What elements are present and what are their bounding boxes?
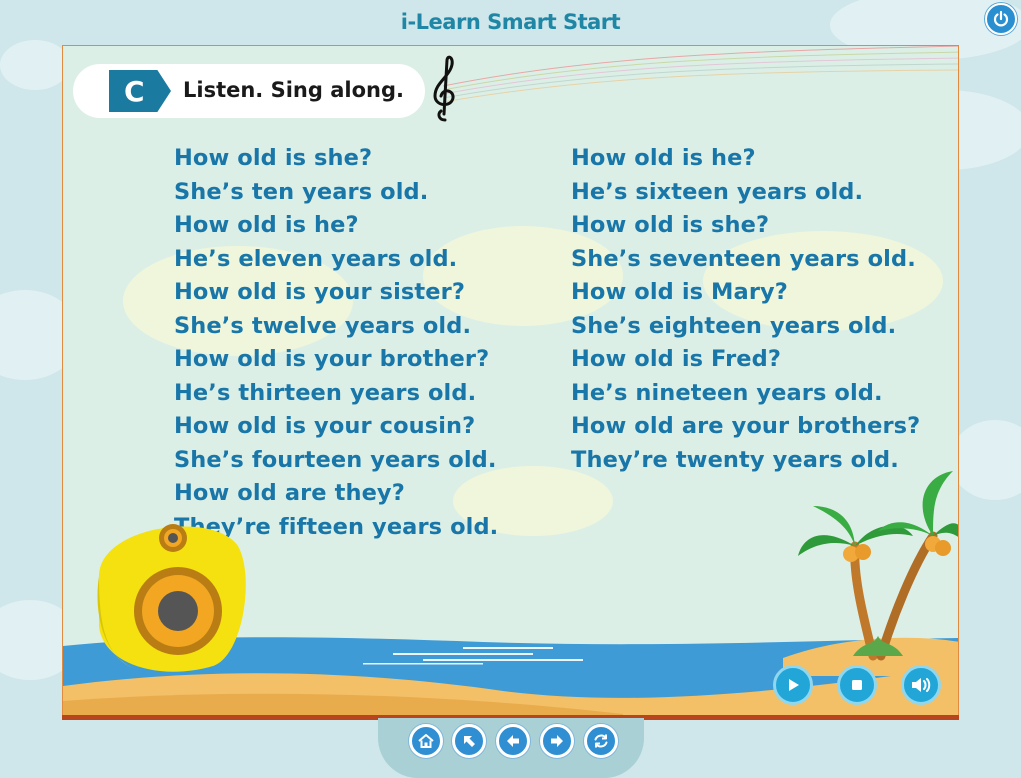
home-button[interactable] bbox=[409, 724, 443, 758]
home-icon bbox=[418, 734, 434, 748]
stop-button[interactable] bbox=[837, 665, 877, 705]
volume-icon bbox=[912, 678, 931, 692]
power-button[interactable] bbox=[985, 3, 1017, 35]
refresh-button[interactable] bbox=[584, 724, 618, 758]
power-icon bbox=[993, 10, 1009, 27]
expand-button[interactable] bbox=[452, 724, 486, 758]
arrow-right-icon bbox=[551, 735, 563, 747]
arrow-left-icon bbox=[507, 735, 519, 747]
palm-tree-icon bbox=[798, 471, 958, 661]
app-title: i-Learn Smart Start bbox=[400, 10, 621, 34]
volume-button[interactable] bbox=[901, 665, 941, 705]
lesson-stage: C Listen. Sing along. How old is she? Sh… bbox=[62, 45, 959, 720]
play-button[interactable] bbox=[773, 665, 813, 705]
next-button[interactable] bbox=[540, 724, 574, 758]
refresh-icon bbox=[594, 734, 608, 748]
play-icon bbox=[789, 679, 799, 691]
previous-button[interactable] bbox=[496, 724, 530, 758]
arrow-up-left-icon bbox=[464, 736, 475, 747]
speaker-icon bbox=[97, 524, 246, 672]
stop-icon bbox=[852, 680, 862, 690]
